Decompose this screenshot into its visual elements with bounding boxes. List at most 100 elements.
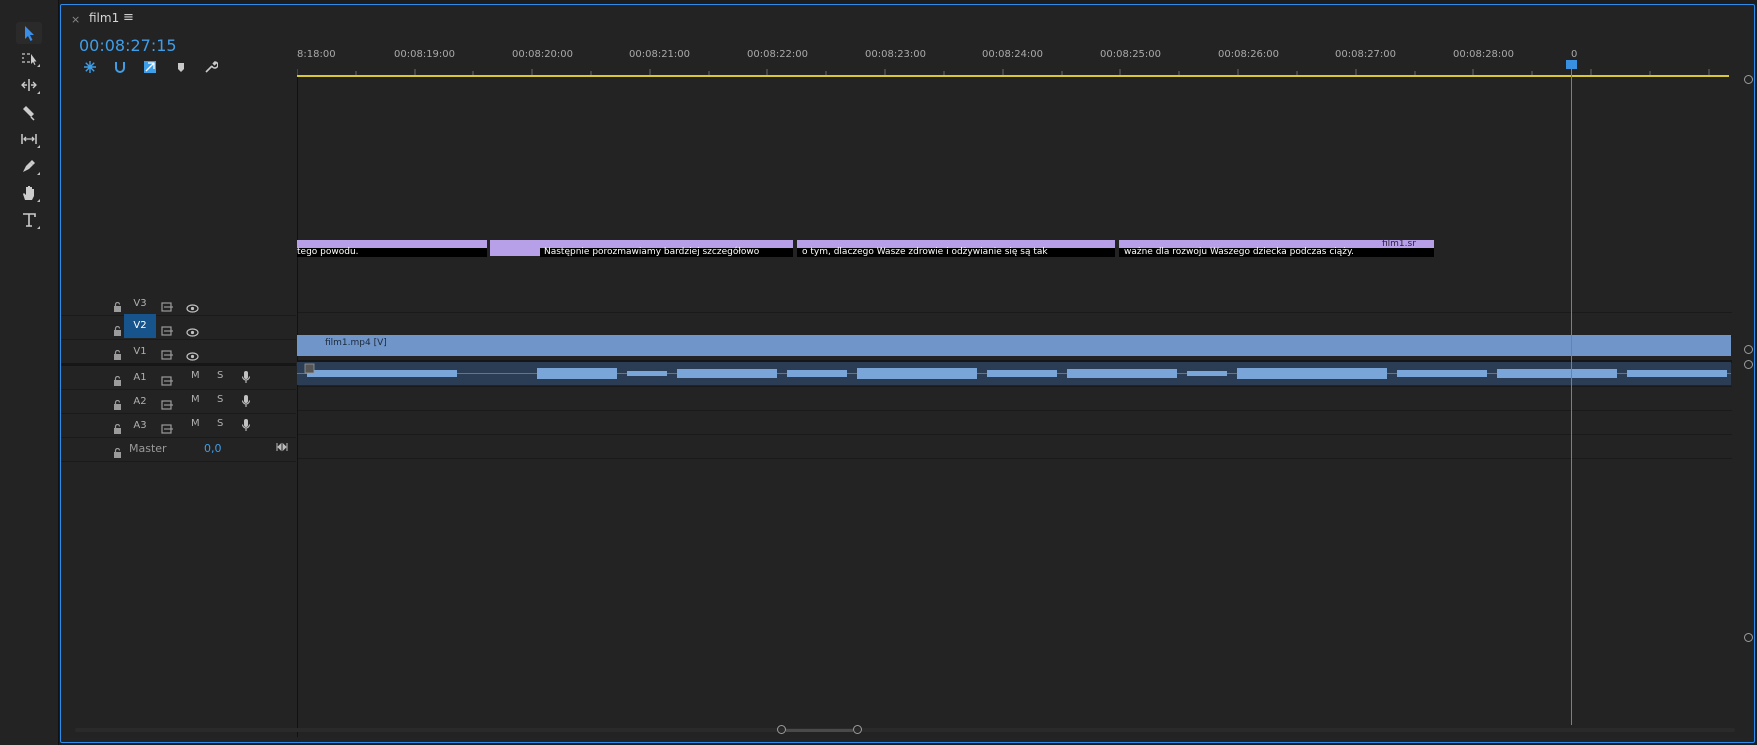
scroll-end-handle[interactable] — [853, 725, 862, 734]
lane-v3[interactable] — [298, 289, 1732, 313]
mute-button[interactable]: M — [191, 370, 200, 381]
microphone-icon[interactable] — [241, 393, 251, 412]
scroll-start-handle[interactable] — [777, 725, 786, 734]
tab-close-button[interactable]: × — [71, 13, 80, 26]
ruler-label: 00:08:23:00 — [865, 49, 927, 60]
track-header-a2: A2 M S — [61, 389, 296, 414]
subtitle-text: ważne dla rozwoju Waszego dziecka podcza… — [1124, 247, 1354, 257]
pen-tool-icon[interactable] — [16, 155, 42, 177]
lock-icon[interactable] — [113, 321, 122, 340]
track-header-master: Master 0,0 — [61, 437, 296, 462]
scroll-thumb-bar[interactable] — [786, 729, 853, 732]
ripple-edit-tool-icon[interactable] — [16, 74, 42, 96]
mute-button[interactable]: M — [191, 418, 200, 429]
solo-button[interactable]: S — [217, 418, 223, 429]
ruler-label: 00:08:19:00 — [394, 49, 456, 60]
ruler-label: 00:08:27:00 — [1335, 49, 1397, 60]
sync-lock-icon[interactable] — [161, 371, 174, 390]
audio-waveform — [297, 363, 1731, 379]
ruler-label: 8:18:00 — [297, 49, 336, 60]
vertical-zoom-handle-video[interactable] — [1744, 345, 1753, 354]
selection-tool-icon[interactable] — [16, 22, 42, 44]
lock-icon[interactable] — [113, 443, 122, 462]
track-name[interactable]: A2 — [129, 394, 151, 409]
track-header-v2: V2 — [61, 314, 296, 340]
solo-button[interactable]: S — [217, 394, 223, 405]
tab-menu-icon[interactable]: ≡ — [123, 10, 134, 25]
audio-clip[interactable] — [297, 362, 1731, 385]
hand-tool-icon[interactable] — [16, 182, 42, 204]
lane-v2[interactable] — [298, 313, 1732, 337]
wrench-settings-icon[interactable] — [201, 58, 221, 76]
sync-lock-icon[interactable] — [161, 297, 174, 316]
track-header-a3: A3 M S — [61, 413, 296, 438]
vertical-zoom-handle-audio[interactable] — [1744, 360, 1753, 369]
tab-title[interactable]: film1 — [89, 11, 119, 25]
horizontal-scroll-thumb[interactable] — [777, 725, 862, 735]
go-to-in-out-icon[interactable] — [276, 442, 288, 455]
video-track: film1.mp4 [V] — [297, 5, 1731, 385]
ruler-label: 00:08:22:00 — [747, 49, 809, 60]
ruler-label: 00:08:25:00 — [1100, 49, 1162, 60]
lock-icon[interactable] — [113, 419, 122, 438]
lock-icon[interactable] — [113, 395, 122, 414]
track-lanes — [297, 77, 1732, 737]
subtitle-text: o tym, dlaczego Wasze zdrowie i odżywian… — [802, 247, 1048, 257]
sync-lock-icon[interactable] — [161, 419, 174, 438]
eye-icon[interactable] — [186, 346, 199, 365]
sync-lock-icon[interactable] — [161, 321, 174, 340]
playhead-timecode[interactable]: 00:08:27:15 — [79, 36, 177, 55]
master-volume-value[interactable]: 0,0 — [204, 442, 222, 455]
microphone-icon[interactable] — [241, 369, 251, 388]
lane-master[interactable] — [298, 435, 1732, 459]
ruler-label: 00:08:28:00 — [1453, 49, 1515, 60]
track-select-forward-tool-icon[interactable] — [16, 47, 42, 69]
sync-lock-icon[interactable] — [161, 395, 174, 414]
vertical-zoom-handle-bottom[interactable] — [1744, 633, 1753, 642]
timeline-panel: × film1 ≡ 00:08:27:15 V3 V2 V1 A1 M S A2… — [60, 4, 1755, 743]
solo-button[interactable]: S — [217, 370, 223, 381]
video-clip-label: film1.mp4 [V] — [325, 338, 387, 348]
lane-a2[interactable] — [298, 387, 1732, 411]
track-headers: V3 V2 V1 A1 M S A2 M S A3 M S Master 0,0 — [61, 291, 296, 491]
master-label: Master — [129, 442, 167, 455]
subtitle-text: Następnie porozmawiamy bardziej szczegół… — [544, 247, 760, 257]
track-name[interactable]: V1 — [129, 344, 151, 359]
track-name[interactable]: A1 — [129, 370, 151, 385]
time-ruler[interactable]: 8:18:00 00:08:19:00 00:08:20:00 00:08:21… — [297, 35, 1751, 77]
vertical-zoom-handle-top[interactable] — [1744, 75, 1753, 84]
track-header-v3: V3 — [61, 291, 296, 316]
tools-panel — [0, 0, 59, 745]
ruler-label: 0 — [1571, 49, 1578, 60]
slip-tool-icon[interactable] — [16, 128, 42, 150]
linked-selection-icon[interactable] — [140, 58, 160, 76]
nest-sequence-icon[interactable] — [80, 58, 100, 76]
microphone-icon[interactable] — [241, 417, 251, 436]
ruler-label: 00:08:20:00 — [512, 49, 574, 60]
track-name[interactable]: A3 — [129, 418, 151, 433]
ruler-label: 00:08:21:00 — [629, 49, 691, 60]
ruler-label: 00:08:24:00 — [982, 49, 1044, 60]
lock-icon[interactable] — [113, 297, 122, 316]
lock-icon[interactable] — [113, 345, 122, 364]
subtitle-text: tego powodu. — [297, 247, 359, 257]
lane-a3[interactable] — [298, 411, 1732, 435]
lock-icon[interactable] — [113, 371, 122, 390]
track-header-v1: V1 — [61, 339, 296, 366]
add-marker-icon[interactable] — [171, 58, 191, 76]
razor-tool-icon[interactable] — [16, 101, 42, 123]
panel-tab-bar: × film1 ≡ — [61, 5, 1754, 33]
track-header-a1: A1 M S — [61, 365, 296, 390]
snap-icon[interactable] — [110, 58, 130, 76]
ruler-label: 00:08:26:00 — [1218, 49, 1280, 60]
playhead-line[interactable] — [1571, 64, 1572, 725]
mute-button[interactable]: M — [191, 394, 200, 405]
video-clip[interactable] — [297, 335, 1731, 356]
subtitle-gap-clip[interactable] — [490, 240, 540, 256]
type-tool-icon[interactable] — [16, 209, 42, 231]
subtitle-file-label: film1.sr — [1382, 239, 1416, 249]
sync-lock-icon[interactable] — [161, 345, 174, 364]
horizontal-scrollbar[interactable] — [75, 728, 1735, 732]
track-name[interactable]: V3 — [129, 296, 151, 311]
track-name-targeted[interactable]: V2 — [124, 314, 156, 338]
